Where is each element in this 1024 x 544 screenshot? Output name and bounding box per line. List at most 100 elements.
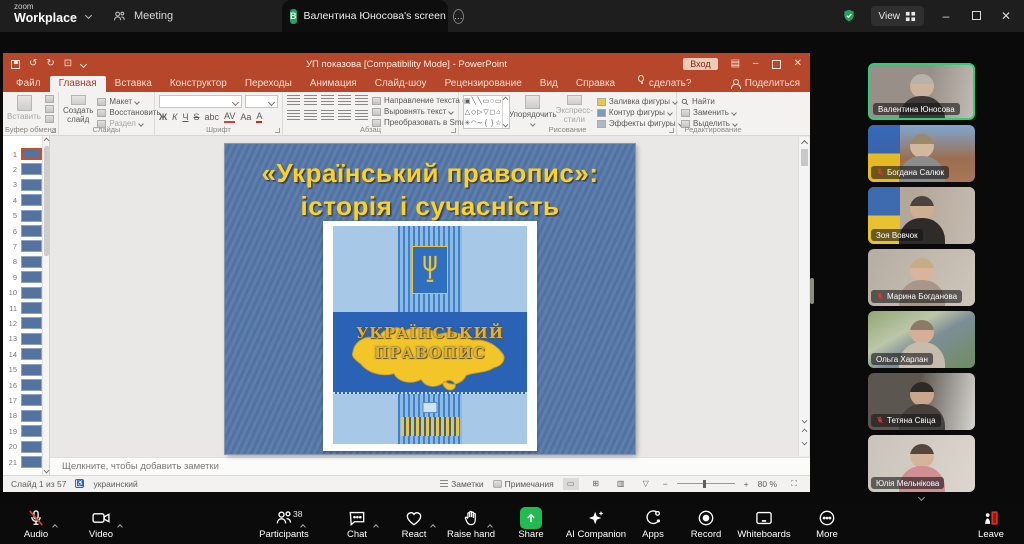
redo-icon[interactable]: ↻ [46, 59, 54, 69]
maximize-button[interactable] [968, 9, 984, 23]
ribbon-tab-Вставка[interactable]: Вставка [106, 76, 161, 92]
participant-tile-3[interactable]: Зоя Вовчок [868, 187, 975, 244]
undo-icon[interactable]: ↺ [29, 59, 37, 69]
find-button[interactable]: Найти [681, 97, 737, 106]
shape-glyph-11[interactable]: ⌂ [495, 107, 502, 118]
slide-thumbnail-10[interactable]: 10 [7, 287, 42, 299]
columns-icon[interactable] [355, 110, 368, 120]
ppt-share-button[interactable]: Поделиться [731, 78, 810, 92]
ribbon-tab-Файл[interactable]: Файл [7, 76, 50, 92]
ppt-close-button[interactable]: ✕ [794, 59, 802, 69]
zoom-percentage[interactable]: 80 % [758, 479, 777, 489]
tab-meeting[interactable]: Meeting [112, 0, 173, 32]
thumbnails-scroll-up-icon[interactable] [43, 138, 49, 144]
canvas-scroll-down-icon[interactable] [802, 418, 808, 424]
layout-button[interactable]: Макет [97, 97, 160, 106]
reading-view-button[interactable]: ▥ [613, 478, 629, 490]
participant-tile-7[interactable]: Юлія Мельнікова [868, 435, 975, 492]
font-dialog-launcher[interactable] [275, 128, 280, 133]
font-size-combobox[interactable] [245, 95, 278, 108]
caret-up-icon[interactable] [118, 516, 122, 534]
slide-thumbnail-14[interactable]: 14 [7, 348, 42, 360]
previous-slide-icon[interactable] [802, 429, 808, 435]
zoom-slider-thumb[interactable] [703, 480, 706, 488]
start-slideshow-icon[interactable]: ⊡ [64, 59, 72, 69]
ribbon-tab-Главная[interactable]: Главная [50, 76, 106, 92]
slide-thumbnail-5[interactable]: 5 [7, 210, 42, 222]
participant-tile-4[interactable]: Марина Богданова [868, 249, 975, 306]
paste-button[interactable]: Вставить [7, 95, 41, 125]
align-left-icon[interactable] [287, 110, 300, 120]
language-indicator[interactable]: украинский [93, 479, 137, 489]
slide-thumbnail-11[interactable]: 11 [7, 302, 42, 314]
zoom-slider[interactable] [677, 483, 735, 484]
numbering-icon[interactable] [304, 95, 317, 105]
slide-sorter-view-button[interactable]: ⊞ [588, 478, 604, 490]
align-center-icon[interactable] [304, 110, 317, 120]
participant-tile-2[interactable]: Богдана Салюк [868, 125, 975, 182]
slide-thumbnail-12[interactable]: 12 [7, 317, 42, 329]
shape-glyph-6[interactable]: △ [464, 107, 471, 118]
ppt-minimize-button[interactable]: – [753, 59, 759, 69]
clipboard-dialog-launcher[interactable] [51, 128, 56, 133]
canvas-scroll-thumb[interactable] [801, 149, 808, 166]
shape-glyph-5[interactable]: ▭ [495, 96, 502, 107]
slide-thumbnail-17[interactable]: 17 [7, 394, 42, 406]
notes-pane[interactable]: Щелкните, чтобы добавить заметки [50, 457, 810, 475]
ribbon-tab-Вид[interactable]: Вид [531, 76, 567, 92]
notes-toggle-button[interactable]: Заметки [440, 479, 484, 489]
toolbar-more-button[interactable]: More [779, 507, 875, 540]
shared-screen-scroll-thumb[interactable] [810, 278, 814, 304]
slide-thumbnail-8[interactable]: 8 [7, 256, 42, 268]
accessibility-icon[interactable]: ♿ [75, 479, 84, 488]
font-style-button-5[interactable]: AV [224, 111, 235, 123]
new-slide-button[interactable]: Создать слайд [63, 95, 93, 125]
font-name-combobox[interactable] [159, 95, 242, 108]
drawing-dialog-launcher[interactable] [669, 128, 674, 133]
ribbon-tab-Справка[interactable]: Справка [567, 76, 624, 92]
slide-thumbnail-19[interactable]: 19 [7, 425, 42, 437]
bullets-icon[interactable] [287, 95, 300, 105]
line-spacing-icon[interactable] [355, 95, 368, 105]
slide-thumbnail-9[interactable]: 9 [7, 271, 42, 283]
caret-up-icon[interactable] [301, 516, 305, 534]
participant-tile-5[interactable]: Ольга Харлан [868, 311, 975, 368]
close-button[interactable]: ✕ [998, 9, 1014, 23]
align-right-icon[interactable] [321, 110, 334, 120]
ribbon-display-options-icon[interactable]: ▤ [731, 59, 740, 69]
more-participants-button[interactable] [904, 490, 938, 504]
security-shield-icon[interactable] [841, 8, 857, 24]
replace-button[interactable]: Заменить [681, 108, 737, 117]
slide-thumbnail-18[interactable]: 18 [7, 410, 42, 422]
slide-thumbnail-13[interactable]: 13 [7, 333, 42, 345]
indent-decrease-icon[interactable] [321, 95, 334, 105]
signin-button[interactable]: Вход [683, 58, 717, 70]
thumbnails-scroll-thumb[interactable] [44, 146, 49, 256]
comments-toggle-button[interactable]: Примечания [493, 479, 554, 489]
next-slide-icon[interactable] [802, 440, 808, 446]
shape-glyph-3[interactable]: ▭ [483, 96, 490, 107]
copy-icon[interactable] [45, 105, 54, 113]
font-style-button-2[interactable]: Ч [182, 112, 188, 122]
shape-glyph-9[interactable]: ▽ [483, 107, 490, 118]
thumbnails-scrollbar[interactable] [42, 136, 49, 475]
font-style-button-1[interactable]: К [172, 112, 177, 122]
slide-thumbnail-3[interactable]: 3 [7, 179, 42, 191]
ppt-restore-button[interactable] [772, 60, 781, 69]
slide-thumbnail-15[interactable]: 15 [7, 364, 42, 376]
save-icon[interactable] [11, 60, 20, 69]
font-style-button-4[interactable]: abc [204, 112, 219, 122]
minimize-button[interactable]: – [938, 9, 954, 23]
participant-tile-1[interactable]: Валентина Юносова [868, 63, 975, 120]
canvas-scrollbar[interactable] [798, 137, 809, 456]
ribbon-tab-Переходы[interactable]: Переходы [236, 76, 301, 92]
zoom-out-button[interactable]: − [663, 479, 668, 489]
ribbon-tab-Анимация[interactable]: Анимация [301, 76, 366, 92]
view-button[interactable]: View [871, 6, 925, 26]
toolbar-leave-button[interactable]: Leave [943, 507, 1024, 540]
ribbon-tab-Слайд-шоу[interactable]: Слайд-шоу [366, 76, 436, 92]
font-style-button-3[interactable]: S [193, 112, 199, 122]
font-style-button-0[interactable]: Ж [159, 112, 167, 122]
font-style-button-6[interactable]: Aa [240, 112, 251, 122]
font-style-button-7[interactable]: А [256, 111, 262, 123]
